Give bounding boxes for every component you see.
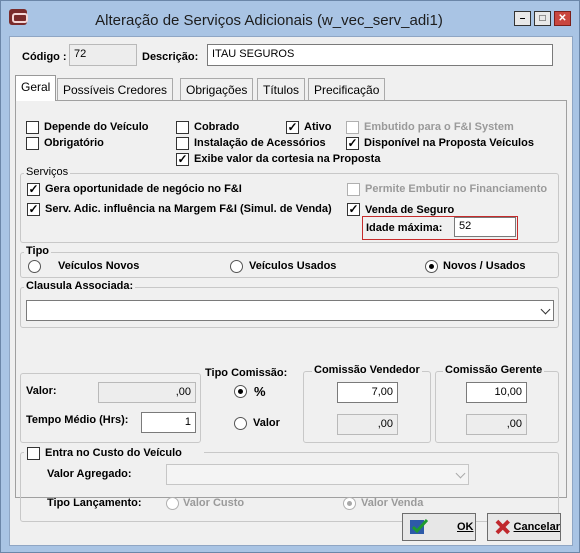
comissao-valor-label: Valor <box>253 417 280 429</box>
radio-valor-venda[interactable] <box>343 497 356 510</box>
comissao-gerente-title: Comissão Gerente <box>443 364 545 376</box>
depende-veiculo-checkbox[interactable] <box>26 121 39 134</box>
ok-button[interactable]: OK <box>402 513 476 541</box>
radio-valor-custo[interactable] <box>166 497 179 510</box>
entra-custo-checkbox[interactable] <box>27 447 40 460</box>
idade-maxima-label: Idade máxima: <box>366 222 443 234</box>
valor-agregado-select[interactable] <box>166 464 469 485</box>
venda-seguro-checkbox[interactable]: ✓ <box>347 203 360 216</box>
disponivel-label: Disponível na Proposta Veículos <box>364 137 534 149</box>
dialog-window: Alteração de Serviços Adicionais (w_vec_… <box>0 0 580 553</box>
depende-veiculo-label: Depende do Veículo <box>44 121 149 133</box>
ok-check-icon <box>410 518 429 534</box>
obrigatorio-checkbox[interactable] <box>26 137 39 150</box>
idade-maxima-field[interactable]: 52 <box>454 217 516 237</box>
radio-comissao-valor[interactable] <box>234 417 247 430</box>
cancel-x-icon <box>495 519 510 535</box>
minimize-button[interactable]: – <box>514 11 531 26</box>
gera-oportunidade-checkbox[interactable]: ✓ <box>27 183 40 196</box>
maximize-button[interactable]: □ <box>534 11 551 26</box>
tipo-group: Tipo Veículos Novos Veículos Usados Novo… <box>20 245 559 278</box>
valor-custo-label: Valor Custo <box>183 497 245 509</box>
comissao-percent-label: % <box>254 384 266 399</box>
comissao-gerente-valor-field[interactable]: ,00 <box>466 414 527 435</box>
title-bar: Alteração de Serviços Adicionais (w_vec_… <box>1 1 579 35</box>
servicos-title: Serviços <box>24 166 71 178</box>
minimize-icon: – <box>519 13 526 24</box>
valor-agregado-label: Valor Agregado: <box>47 468 132 480</box>
tab-titulos[interactable]: Títulos <box>257 78 306 100</box>
codigo-label: Código : <box>22 51 67 63</box>
exibe-valor-checkbox[interactable]: ✓ <box>176 153 189 166</box>
serv-adic-checkbox[interactable]: ✓ <box>27 203 40 216</box>
chevron-down-icon <box>455 468 466 479</box>
cobrado-label: Cobrado <box>194 121 240 133</box>
close-button[interactable]: ✕ <box>554 11 571 26</box>
gera-oportunidade-label: Gera oportunidade de negócio no F&I <box>45 183 242 195</box>
dialog-client: Código : 72 Descrição: ITAU SEGUROS Gera… <box>9 36 573 546</box>
clausula-group: Clausula Associada: <box>20 280 559 328</box>
veiculos-novos-label: Veículos Novos <box>58 260 140 272</box>
ok-label: OK <box>457 521 474 533</box>
exibe-valor-label: Exibe valor da cortesia na Proposta <box>194 153 381 165</box>
clausula-select[interactable] <box>26 300 554 321</box>
tempo-medio-label: Tempo Médio (Hrs): <box>26 414 129 426</box>
permite-embutir-label: Permite Embutir no Financiamento <box>365 183 548 195</box>
codigo-field[interactable]: 72 <box>69 44 137 66</box>
tempo-medio-field[interactable]: 1 <box>141 412 196 433</box>
permite-embutir-checkbox[interactable] <box>347 183 360 196</box>
venda-seguro-label: Venda de Seguro <box>365 204 455 216</box>
instalacao-checkbox[interactable] <box>176 137 189 150</box>
veiculos-usados-label: Veículos Usados <box>249 260 337 272</box>
tab-possiveis-credores[interactable]: Possíveis Credores <box>57 78 174 100</box>
instalacao-label: Instalação de Acessórios <box>194 137 326 149</box>
window-title: Alteração de Serviços Adicionais (w_vec_… <box>95 12 443 29</box>
embutido-checkbox[interactable] <box>346 121 359 134</box>
serv-adic-label: Serv. Adic. influência na Margem F&I (Si… <box>45 203 332 215</box>
tab-obrigacoes[interactable]: Obrigações <box>180 78 254 100</box>
cancel-label: Cancelar <box>513 521 560 533</box>
cancel-button[interactable]: Cancelar <box>487 513 561 541</box>
comissao-vendedor-group: Comissão Vendedor 7,00 ,00 <box>303 364 431 443</box>
custo-group: Entra no Custo do Veículo Valor Agregado… <box>20 445 559 522</box>
disponivel-checkbox[interactable]: ✓ <box>346 137 359 150</box>
tab-geral[interactable]: Geral <box>15 75 57 101</box>
radio-veiculos-usados[interactable] <box>230 260 243 273</box>
ativo-label: Ativo <box>304 121 332 133</box>
maximize-icon: □ <box>539 13 546 24</box>
novos-usados-label: Novos / Usados <box>443 260 526 272</box>
descricao-label: Descrição: <box>142 51 199 63</box>
comissao-vendedor-valor-field[interactable]: ,00 <box>337 414 398 435</box>
tipo-lancamento-label: Tipo Lançamento: <box>47 497 142 509</box>
tipo-comissao-title: Tipo Comissão: <box>205 367 288 379</box>
cobrado-checkbox[interactable] <box>176 121 189 134</box>
comissao-vendedor-percent-field[interactable]: 7,00 <box>337 382 398 403</box>
tipo-title: Tipo <box>24 245 52 257</box>
radio-novos-usados[interactable] <box>425 260 438 273</box>
chevron-down-icon <box>540 304 551 315</box>
entra-custo-label: Entra no Custo do Veículo <box>45 447 182 459</box>
comissao-gerente-group: Comissão Gerente 10,00 ,00 <box>435 364 559 443</box>
close-icon: ✕ <box>558 13 567 24</box>
radio-comissao-percent[interactable] <box>234 385 247 398</box>
ativo-checkbox[interactable]: ✓ <box>286 121 299 134</box>
tab-precificacao[interactable]: Precificação <box>308 78 386 100</box>
descricao-field[interactable]: ITAU SEGUROS <box>207 44 553 66</box>
tab-panel-geral: Depende do Veículo Obrigatório Cobrado I… <box>15 100 567 522</box>
valor-field[interactable]: ,00 <box>98 382 196 403</box>
obrigatorio-label: Obrigatório <box>44 137 104 149</box>
valor-group: Valor: ,00 Tempo Médio (Hrs): 1 <box>20 373 201 443</box>
embutido-label: Embutido para o F&I System <box>364 121 514 133</box>
comissao-vendedor-title: Comissão Vendedor <box>312 364 422 376</box>
servicos-group: Serviços ✓ Gera oportunidade de negócio … <box>20 166 559 243</box>
comissao-gerente-percent-field[interactable]: 10,00 <box>466 382 527 403</box>
radio-veiculos-novos[interactable] <box>28 260 41 273</box>
clausula-title: Clausula Associada: <box>24 280 136 292</box>
valor-label: Valor: <box>26 385 57 397</box>
valor-venda-label: Valor Venda <box>361 497 424 509</box>
